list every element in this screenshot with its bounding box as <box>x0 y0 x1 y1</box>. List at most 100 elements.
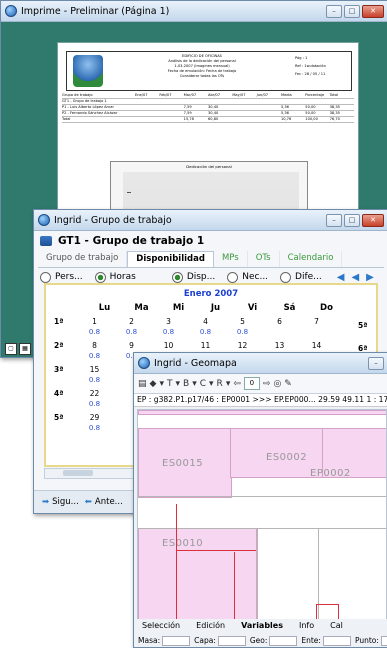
day-header: Ju <box>210 303 221 313</box>
tab-seleccion[interactable]: Selección <box>134 619 188 633</box>
table-header-cell: Jun/07 <box>256 93 269 97</box>
minimize-button[interactable]: – <box>326 213 342 227</box>
table-header-cell: Media <box>280 93 292 97</box>
close-button[interactable]: ✕ <box>362 4 384 18</box>
tab-disponibilidad[interactable]: Disponibilidad <box>127 251 214 267</box>
geomap-window: Ingrid - Geomapa – ▤ ◆ ▾ T ▾ B ▾ C ▾ R ▾ ⇦ 0… <box>133 352 387 648</box>
room-label: ES0002 <box>266 452 308 463</box>
radio-disp[interactable] <box>171 271 183 283</box>
toolbar-c[interactable]: C <box>200 379 206 389</box>
calendar-day-cell[interactable]: 15 0.8 <box>76 365 113 389</box>
calendar-day-cell[interactable]: 29 0.8 <box>76 413 113 437</box>
ingrid-app-icon <box>38 214 50 226</box>
field-punto-input[interactable] <box>380 635 387 646</box>
calendar-day-cell[interactable]: 3 0.8 <box>150 317 187 341</box>
search-icon <box>5 5 17 17</box>
print-icon[interactable]: ▤ <box>138 379 147 389</box>
maximize-button[interactable]: □ <box>344 213 360 227</box>
back-arrow-icon[interactable]: ⇦ <box>233 379 241 389</box>
radio-pers-label: Pers... <box>55 272 83 282</box>
day-number: 22 <box>89 389 100 398</box>
calendar-day-cell[interactable]: 5 0.8 <box>224 317 261 341</box>
page-grid-icon[interactable]: ▦ <box>19 343 31 355</box>
work-group-name: GT1 - Grupo de trabajo 1 <box>58 235 205 247</box>
tab-mps[interactable]: MPs <box>214 251 248 267</box>
radio-dife-label: Dife... <box>295 272 322 282</box>
tab-calendario[interactable]: Calendario <box>280 251 343 267</box>
minimize-button[interactable]: – <box>326 4 342 18</box>
table-header-cell: Abr/07 <box>207 93 220 97</box>
map-wall <box>256 528 257 620</box>
calendar-day-cell[interactable]: 4 0.8 <box>187 317 224 341</box>
floor-plan-map[interactable]: ES0015 ES0002 EP0002 ES0010 <box>137 409 387 621</box>
day-number: 6 <box>277 317 282 326</box>
toolbar-b[interactable]: B <box>183 379 189 389</box>
day-number: 11 <box>200 341 211 350</box>
map-path <box>176 550 256 551</box>
day-number: 5 <box>240 317 245 326</box>
close-button[interactable]: ✕ <box>362 213 384 227</box>
table-cell <box>257 105 281 110</box>
field-masa-input[interactable] <box>162 635 191 646</box>
radio-dife[interactable] <box>280 271 292 283</box>
table-cell: 38,35 <box>329 105 340 109</box>
radio-horas-label: Horas <box>109 272 136 282</box>
field-masa: Masa: <box>138 634 191 647</box>
tab-ots[interactable]: OTs <box>248 251 280 267</box>
tab-variables[interactable]: Variables <box>233 619 291 633</box>
radio-pers[interactable] <box>40 271 51 283</box>
week-label: 4ª <box>54 389 64 398</box>
field-capa: Capa: <box>194 634 246 647</box>
zoom-field[interactable]: 0 <box>243 377 260 390</box>
day-number: 9 <box>129 341 134 350</box>
calendar-day-cell[interactable]: 22 0.8 <box>76 389 113 413</box>
tab-info[interactable]: Info <box>291 619 322 633</box>
table-cell <box>184 99 208 104</box>
globe-icon[interactable]: ◎ <box>273 379 281 389</box>
color-icon[interactable]: ◆ <box>150 379 157 389</box>
day-number: 1 <box>92 317 97 326</box>
field-geo-input[interactable] <box>269 635 298 646</box>
calendar-day-headers: Lu Ma Mi Ju Vi Sá Do <box>46 303 376 317</box>
maximize-button[interactable]: □ <box>344 4 360 18</box>
forward-arrow-icon[interactable]: ⇨ <box>263 379 271 389</box>
back-arrow-icon[interactable]: ◀ <box>337 272 345 283</box>
room-label: ES0010 <box>162 538 204 549</box>
tools-icon[interactable]: ✎ <box>284 379 292 389</box>
calendar-day-cell[interactable]: 2 0.8 <box>113 317 150 341</box>
tab-cal[interactable]: Cal <box>322 619 351 633</box>
map-path <box>176 504 177 620</box>
table-cell: 38,35 <box>329 111 340 115</box>
minimize-button[interactable]: – <box>368 356 384 370</box>
toolbar-r[interactable]: R <box>217 379 223 389</box>
prev-arrow-icon[interactable]: ◀ <box>351 272 359 283</box>
calendar-day-cell[interactable]: 6 <box>261 317 298 341</box>
field-ente-input[interactable] <box>322 635 351 646</box>
calendar-month: Enero 2007 <box>183 289 239 299</box>
layers-dropdown[interactable]: ▾ <box>159 379 164 389</box>
table-cell <box>232 111 256 116</box>
table-cell: 50,00 <box>305 105 316 109</box>
day-hours: 0.8 <box>88 328 101 336</box>
tab-edicion[interactable]: Edición <box>188 619 233 633</box>
calendar-day-cell[interactable]: 8 0.8 <box>76 341 113 365</box>
page-view-icon[interactable]: ▢ <box>5 343 17 355</box>
prev-button[interactable]: ⬅ Ante... <box>85 497 123 507</box>
map-wall <box>318 528 319 620</box>
next-button[interactable]: ➡ Sigu... <box>42 497 79 507</box>
toolbar-t[interactable]: T <box>167 379 173 389</box>
radio-nec[interactable] <box>227 271 239 283</box>
table-cell: 5,36 <box>280 111 289 115</box>
scroll-thumb[interactable] <box>63 470 93 476</box>
calendar-day-cell[interactable]: 7 <box>298 317 335 341</box>
radio-horas[interactable] <box>94 271 106 283</box>
table-cell <box>159 111 183 116</box>
day-number: 10 <box>163 341 174 350</box>
table-cell <box>281 99 305 104</box>
field-capa-input[interactable] <box>217 635 246 646</box>
tab-grupo-de-trabajo[interactable]: Grupo de trabajo <box>38 251 128 267</box>
table-cell <box>257 99 281 104</box>
calendar-day-cell[interactable]: 1 0.8 <box>76 317 113 341</box>
map-room <box>138 410 386 415</box>
next-arrow-icon[interactable]: ▶ <box>366 272 374 283</box>
